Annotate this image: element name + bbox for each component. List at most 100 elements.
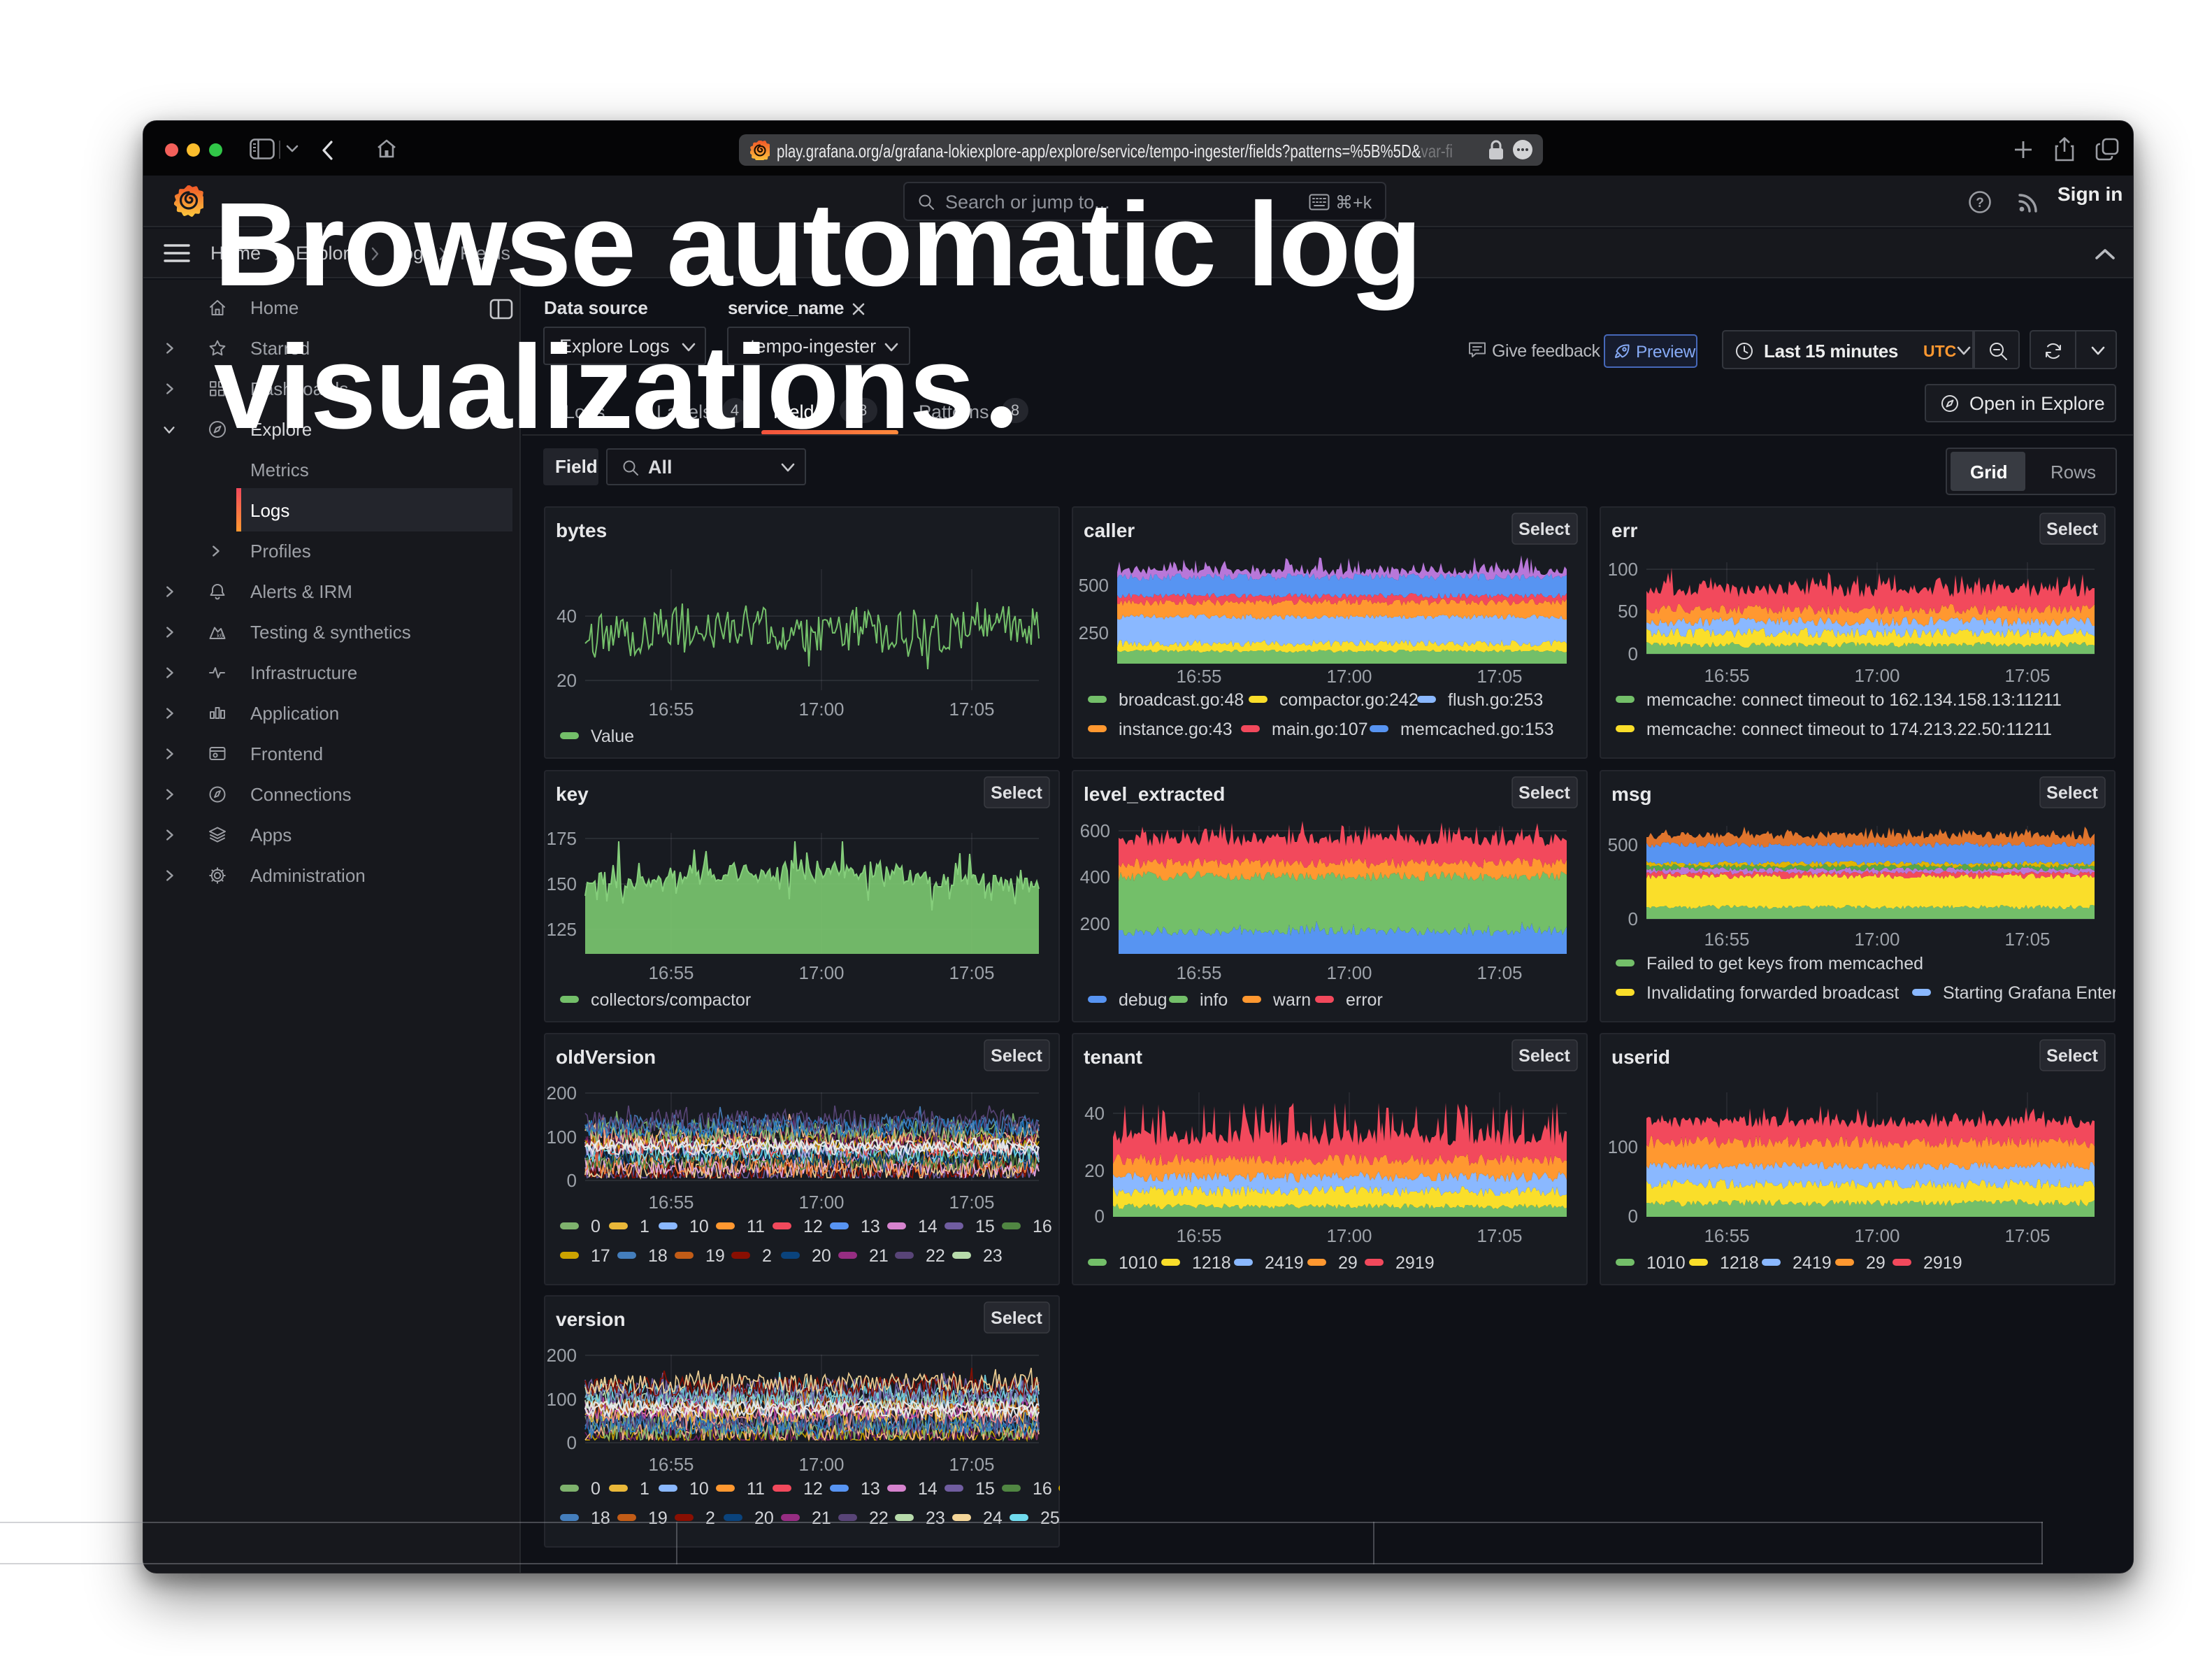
svg-text:500: 500	[1079, 575, 1109, 596]
svg-text:17:05: 17:05	[949, 699, 994, 720]
svg-text:16:55: 16:55	[1704, 929, 1749, 950]
svg-text:17:00: 17:00	[798, 1192, 844, 1213]
svg-text:17:00: 17:00	[798, 699, 844, 720]
svg-text:memcached.go:153: memcached.go:153	[1400, 720, 1554, 739]
svg-text:14: 14	[918, 1479, 938, 1499]
svg-text:16:55: 16:55	[1176, 666, 1221, 687]
svg-text:22: 22	[869, 1508, 889, 1528]
svg-text:Select: Select	[1518, 1046, 1570, 1066]
svg-text:100: 100	[1608, 559, 1638, 580]
svg-text:warn: warn	[1272, 990, 1311, 1010]
svg-text:100: 100	[547, 1389, 577, 1410]
svg-text:17:05: 17:05	[2004, 929, 2050, 950]
svg-text:21: 21	[869, 1246, 889, 1266]
svg-text:17: 17	[591, 1246, 610, 1266]
svg-text:main.go:107: main.go:107	[1272, 720, 1368, 739]
svg-text:12: 12	[803, 1217, 823, 1236]
svg-text:17:00: 17:00	[798, 962, 844, 983]
svg-text:0: 0	[1628, 908, 1638, 929]
svg-text:21: 21	[812, 1508, 831, 1528]
svg-text:500: 500	[1608, 834, 1638, 855]
svg-text:userid: userid	[1611, 1046, 1670, 1068]
svg-text:17:05: 17:05	[2004, 665, 2050, 686]
svg-text:29: 29	[1866, 1253, 1886, 1273]
svg-text:2419: 2419	[1265, 1253, 1304, 1273]
svg-text:23: 23	[926, 1508, 945, 1528]
svg-text:17:05: 17:05	[949, 1192, 994, 1213]
svg-text:200: 200	[547, 1345, 577, 1366]
svg-text:caller: caller	[1084, 520, 1135, 541]
svg-text:Value: Value	[591, 727, 634, 746]
svg-text:2919: 2919	[1923, 1253, 1962, 1273]
svg-text:17:00: 17:00	[1326, 962, 1372, 983]
svg-text:16:55: 16:55	[1704, 1225, 1749, 1246]
svg-text:memcache: connect timeout to 1: memcache: connect timeout to 174.213.22.…	[1646, 720, 2052, 739]
svg-text:11: 11	[747, 1479, 765, 1499]
svg-text:16: 16	[1033, 1479, 1052, 1499]
svg-text:100: 100	[547, 1127, 577, 1148]
svg-text:Select: Select	[2046, 520, 2098, 539]
svg-text:1010: 1010	[1646, 1253, 1686, 1273]
svg-text:0: 0	[1628, 643, 1638, 664]
svg-text:Select: Select	[2046, 1046, 2098, 1066]
svg-text:msg: msg	[1611, 783, 1652, 805]
svg-text:13: 13	[861, 1479, 880, 1499]
svg-text:16:55: 16:55	[1176, 962, 1221, 983]
svg-text:40: 40	[556, 606, 577, 627]
svg-text:18: 18	[648, 1246, 668, 1266]
svg-text:16:55: 16:55	[648, 699, 694, 720]
svg-text:0: 0	[1628, 1206, 1638, 1227]
svg-text:19: 19	[705, 1246, 725, 1266]
svg-text:memcache: connect timeout to 1: memcache: connect timeout to 162.134.158…	[1646, 690, 2062, 710]
svg-text:17:05: 17:05	[1477, 1225, 1522, 1246]
svg-text:?: ?	[1976, 196, 1984, 210]
svg-text:19: 19	[648, 1508, 668, 1528]
svg-text:0: 0	[567, 1170, 577, 1191]
svg-text:100: 100	[1608, 1136, 1638, 1157]
svg-text:Starting Grafana Enterprise: Starting Grafana Enterprise	[1943, 983, 2116, 1003]
svg-text:oldVersion: oldVersion	[556, 1046, 656, 1068]
svg-text:17:05: 17:05	[949, 1454, 994, 1475]
svg-text:1218: 1218	[1720, 1253, 1759, 1273]
svg-text:17:00: 17:00	[798, 1454, 844, 1475]
svg-text:400: 400	[1080, 866, 1110, 887]
svg-text:1: 1	[640, 1217, 649, 1236]
svg-text:29: 29	[1338, 1253, 1358, 1273]
svg-text:20: 20	[812, 1246, 831, 1266]
svg-text:20: 20	[556, 670, 577, 691]
svg-text:Select: Select	[1518, 783, 1570, 803]
svg-text:17:05: 17:05	[2004, 1225, 2050, 1246]
svg-text:level_extracted: level_extracted	[1084, 783, 1225, 805]
svg-text:Select: Select	[991, 1046, 1042, 1066]
svg-text:18: 18	[591, 1508, 610, 1528]
svg-text:error: error	[1346, 990, 1383, 1010]
svg-text:175: 175	[547, 828, 577, 849]
svg-text:25: 25	[1040, 1508, 1060, 1528]
svg-text:13: 13	[861, 1217, 880, 1236]
svg-text:Select: Select	[991, 783, 1042, 803]
svg-text:23: 23	[983, 1246, 1003, 1266]
svg-text:16: 16	[1033, 1217, 1052, 1236]
svg-text:compactor.go:242: compactor.go:242	[1279, 690, 1419, 710]
svg-text:broadcast.go:48: broadcast.go:48	[1119, 690, 1244, 710]
svg-text:Select: Select	[991, 1308, 1042, 1328]
svg-text:2: 2	[762, 1246, 772, 1266]
svg-text:40: 40	[1084, 1103, 1105, 1124]
svg-text:17:05: 17:05	[1477, 666, 1522, 687]
svg-text:17:00: 17:00	[1854, 929, 1899, 950]
svg-text:16:55: 16:55	[1176, 1225, 1221, 1246]
svg-text:17:00: 17:00	[1854, 1225, 1899, 1246]
svg-text:1218: 1218	[1192, 1253, 1231, 1273]
svg-text:k6: k6	[217, 632, 223, 639]
svg-text:tenant: tenant	[1084, 1046, 1142, 1068]
svg-text:0: 0	[1095, 1206, 1105, 1227]
svg-text:200: 200	[547, 1083, 577, 1104]
svg-text:2: 2	[705, 1508, 715, 1528]
svg-text:15: 15	[975, 1217, 995, 1236]
svg-text:collectors/compactor: collectors/compactor	[591, 990, 751, 1010]
svg-text:10: 10	[689, 1217, 709, 1236]
svg-text:key: key	[556, 783, 589, 805]
svg-text:12: 12	[803, 1479, 823, 1499]
svg-text:15: 15	[975, 1479, 995, 1499]
svg-text:250: 250	[1079, 622, 1109, 643]
